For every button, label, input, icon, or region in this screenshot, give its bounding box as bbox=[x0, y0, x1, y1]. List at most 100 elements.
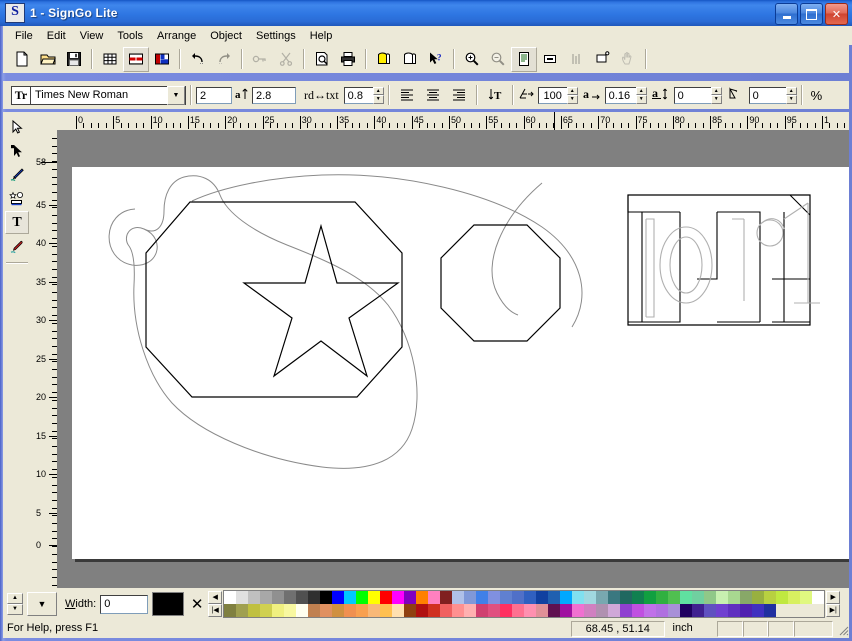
color-swatch[interactable] bbox=[476, 591, 489, 604]
color-swatch[interactable] bbox=[308, 604, 321, 617]
color-swatch[interactable] bbox=[764, 604, 777, 617]
menu-settings[interactable]: Settings bbox=[249, 28, 303, 44]
baseline-shift-input[interactable]: 0 bbox=[673, 86, 712, 104]
color-swatch[interactable] bbox=[668, 591, 681, 604]
color-swatch[interactable] bbox=[620, 604, 633, 617]
menu-tools[interactable]: Tools bbox=[110, 28, 150, 44]
color-swatch[interactable] bbox=[428, 591, 441, 604]
color-swatch[interactable] bbox=[236, 604, 249, 617]
eyedropper-tool[interactable] bbox=[5, 235, 29, 258]
color-swatch[interactable] bbox=[560, 591, 573, 604]
octagon-large[interactable] bbox=[145, 201, 403, 398]
palette-first-icon[interactable]: |◀ bbox=[208, 604, 223, 617]
undo-button[interactable] bbox=[185, 47, 211, 72]
color-swatch[interactable] bbox=[320, 591, 333, 604]
print-preview-button[interactable] bbox=[309, 47, 335, 72]
pan-hand-button[interactable] bbox=[615, 47, 641, 72]
color-swatch[interactable] bbox=[416, 591, 429, 604]
color-swatch[interactable] bbox=[272, 604, 285, 617]
color-swatch[interactable] bbox=[692, 604, 705, 617]
color-swatch[interactable] bbox=[248, 604, 261, 617]
color-swatch[interactable] bbox=[368, 591, 381, 604]
color-swatch[interactable] bbox=[704, 591, 717, 604]
color-swatch[interactable] bbox=[464, 591, 477, 604]
font-size-input[interactable]: 2 bbox=[196, 86, 232, 104]
color-swatch[interactable] bbox=[680, 591, 693, 604]
color-swatch[interactable] bbox=[260, 604, 273, 617]
color-swatch[interactable] bbox=[560, 604, 573, 617]
color-swatch[interactable] bbox=[260, 591, 273, 604]
menu-help[interactable]: Help bbox=[303, 28, 340, 44]
minimize-button[interactable] bbox=[775, 3, 798, 25]
new-button[interactable] bbox=[9, 47, 35, 72]
color-swatch[interactable] bbox=[644, 604, 657, 617]
color-swatch[interactable] bbox=[524, 604, 537, 617]
color-swatch[interactable] bbox=[728, 591, 741, 604]
color-swatch[interactable] bbox=[548, 591, 561, 604]
color-swatch[interactable] bbox=[296, 604, 309, 617]
color-swatch[interactable] bbox=[740, 591, 753, 604]
color-swatch[interactable] bbox=[656, 591, 669, 604]
color-swatch[interactable] bbox=[380, 591, 393, 604]
color-swatch[interactable] bbox=[440, 591, 453, 604]
color-swatch[interactable] bbox=[596, 604, 609, 617]
palette-scroll-left[interactable]: ◀ |◀ bbox=[208, 591, 223, 617]
horizontal-scale-input[interactable]: 100 bbox=[537, 86, 568, 104]
chevron-down-icon[interactable]: ▼ bbox=[167, 85, 185, 105]
pen-draw-tool[interactable] bbox=[5, 163, 29, 186]
color-swatch[interactable] bbox=[620, 591, 633, 604]
color-swatch[interactable] bbox=[380, 604, 393, 617]
color-swatch[interactable] bbox=[344, 604, 357, 617]
fill-color-swatch[interactable] bbox=[152, 592, 185, 616]
color-swatch[interactable] bbox=[572, 604, 585, 617]
color-swatch[interactable] bbox=[668, 604, 681, 617]
color-swatch[interactable] bbox=[404, 604, 417, 617]
star-shape[interactable] bbox=[242, 223, 400, 378]
octagon-small[interactable] bbox=[440, 224, 561, 342]
spin-down-icon[interactable]: ▼ bbox=[7, 604, 23, 615]
color-swatch[interactable] bbox=[644, 591, 657, 604]
color-swatch[interactable] bbox=[776, 604, 789, 617]
color-swatch[interactable] bbox=[764, 591, 777, 604]
freeform-curve[interactable] bbox=[108, 174, 583, 469]
color-swatch[interactable] bbox=[332, 604, 345, 617]
color-swatch[interactable] bbox=[632, 604, 645, 617]
palette-scroll-right[interactable]: ▶ ▶| bbox=[826, 591, 841, 617]
line-width-input[interactable]: 0 bbox=[100, 594, 149, 614]
color-swatch[interactable] bbox=[632, 591, 645, 604]
key-button[interactable] bbox=[247, 47, 273, 72]
color-swatch[interactable] bbox=[716, 591, 729, 604]
color-swatch[interactable] bbox=[236, 591, 249, 604]
color-swatch[interactable] bbox=[488, 604, 501, 617]
open-button[interactable] bbox=[35, 47, 61, 72]
color-swatch[interactable] bbox=[596, 591, 609, 604]
palette-row-1[interactable] bbox=[224, 591, 824, 604]
color-swatch[interactable] bbox=[608, 591, 621, 604]
align-right-button[interactable] bbox=[446, 83, 472, 108]
color-swatch[interactable] bbox=[392, 591, 405, 604]
color-swatch[interactable] bbox=[536, 591, 549, 604]
color-swatch[interactable] bbox=[356, 591, 369, 604]
palette-row-2[interactable] bbox=[224, 604, 825, 617]
color-swatch[interactable] bbox=[776, 591, 789, 604]
line-width-stepper[interactable]: ▲ ▼ bbox=[7, 593, 23, 615]
palette-last-icon[interactable]: ▶| bbox=[826, 604, 841, 617]
maximize-button[interactable] bbox=[800, 3, 823, 25]
layout-red-button[interactable] bbox=[123, 46, 149, 72]
character-spacing-input[interactable]: 0.16 bbox=[604, 86, 637, 104]
color-swatch[interactable] bbox=[428, 604, 441, 617]
horizontal-scale-stepper[interactable]: ▲ ▼ bbox=[566, 86, 578, 104]
color-swatch[interactable] bbox=[512, 604, 525, 617]
measure-button[interactable] bbox=[563, 47, 589, 72]
text-outline-pr1[interactable] bbox=[627, 194, 811, 326]
color-swatch[interactable] bbox=[500, 591, 513, 604]
horizontal-ruler[interactable]: 0 5 10 15 20 25 30 35 40 45 50 55 60 65 70 75 80 85 90 95 1 bbox=[31, 112, 849, 130]
color-palette[interactable] bbox=[223, 590, 826, 618]
color-swatch[interactable] bbox=[284, 591, 297, 604]
character-spacing-stepper[interactable]: ▲ ▼ bbox=[635, 86, 647, 104]
plot-yellow-button[interactable] bbox=[371, 47, 397, 72]
menu-object[interactable]: Object bbox=[203, 28, 249, 44]
color-swatch[interactable] bbox=[692, 591, 705, 604]
align-left-button[interactable] bbox=[394, 83, 420, 108]
context-help-button[interactable]: ? bbox=[423, 47, 449, 72]
